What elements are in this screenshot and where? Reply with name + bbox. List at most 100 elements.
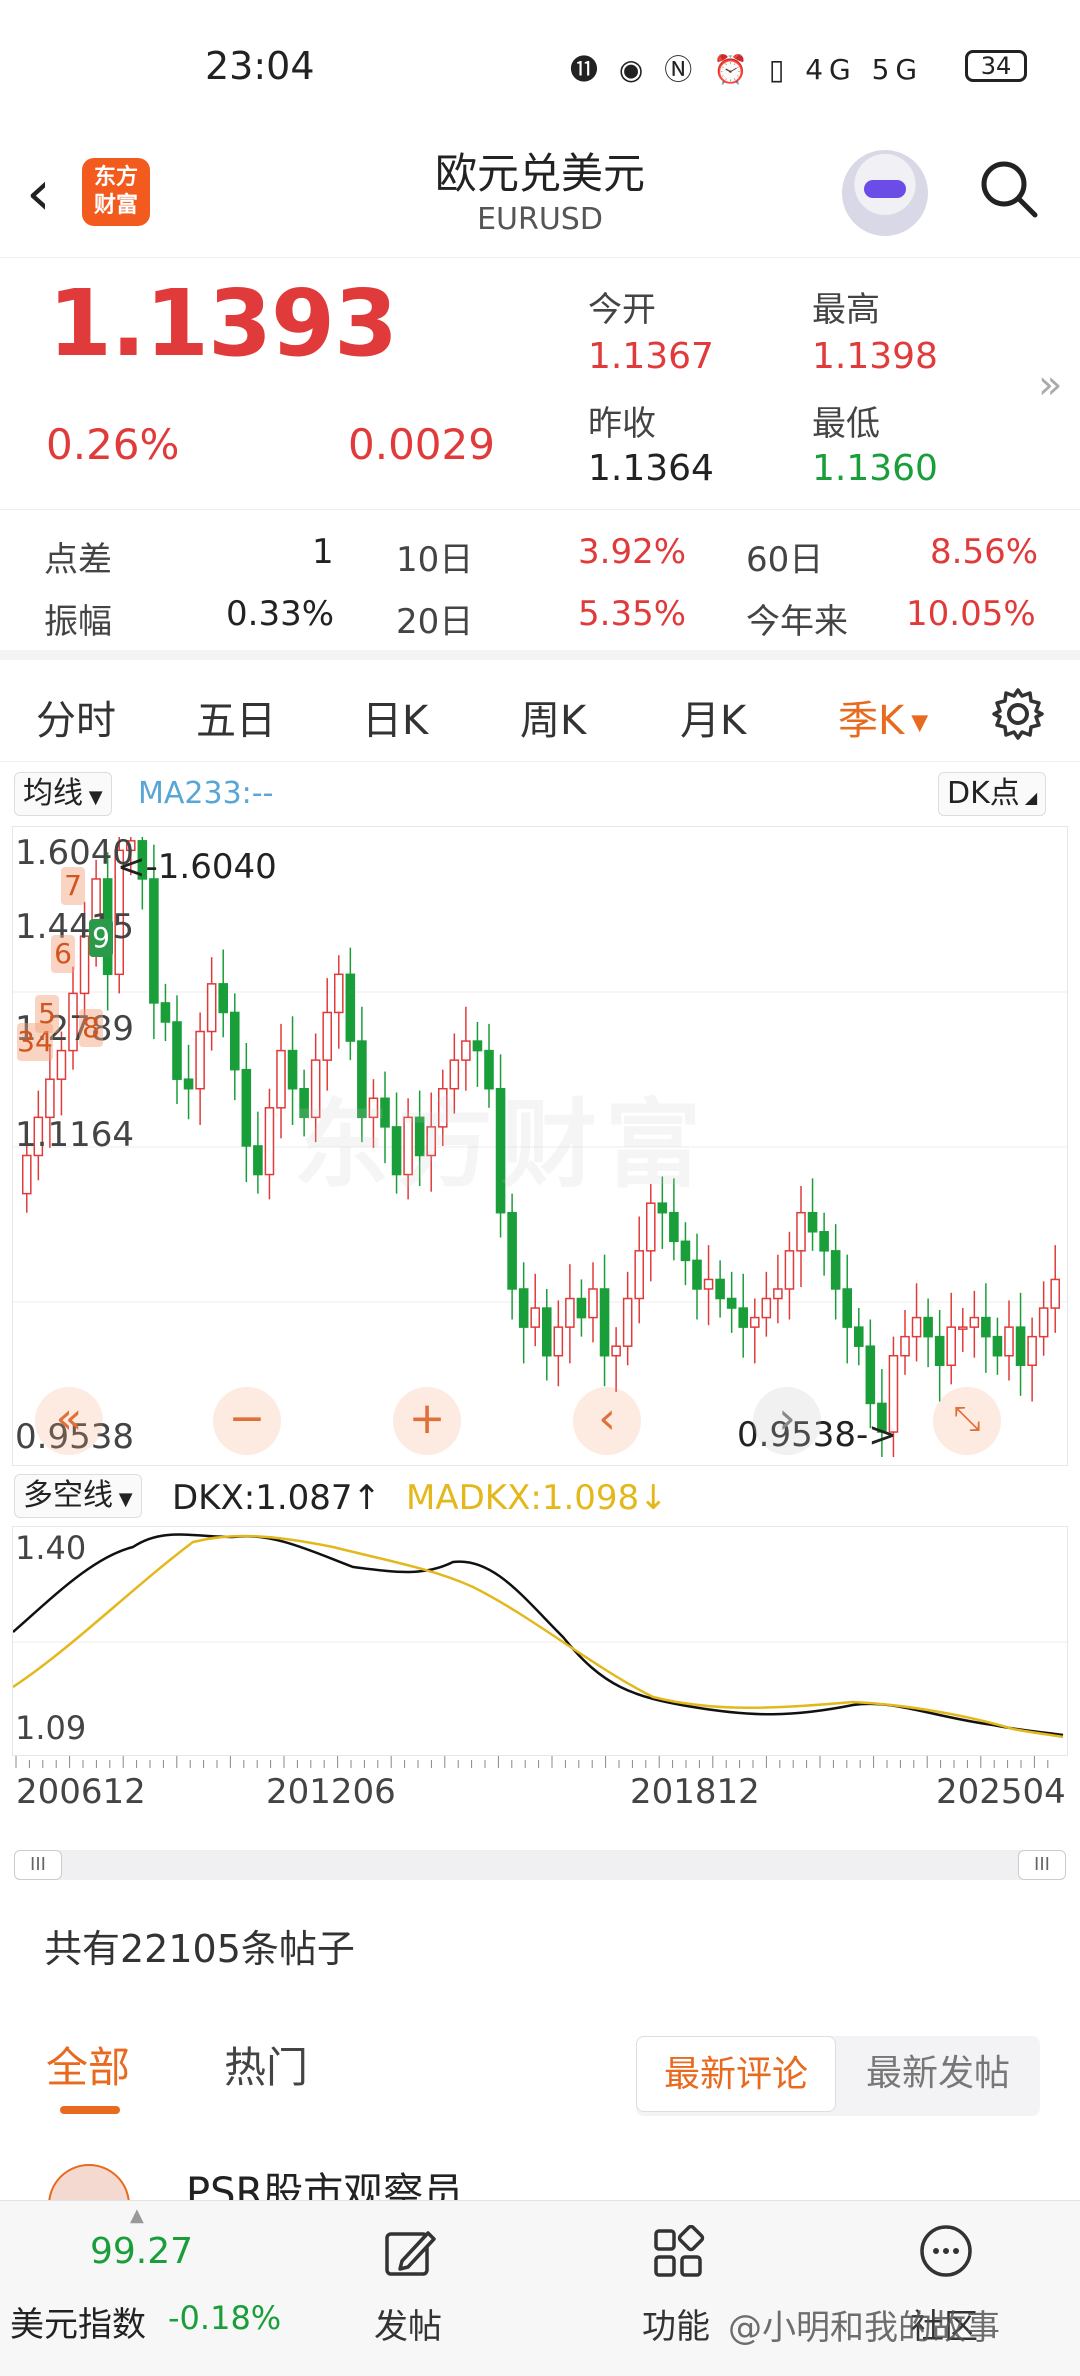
candle-body bbox=[172, 1021, 182, 1080]
ytd-label: 今年来 bbox=[746, 602, 848, 642]
dk-point-label: DK点 bbox=[947, 776, 1020, 811]
td-seq-mark: 5 bbox=[35, 995, 59, 1033]
candle-body bbox=[588, 1288, 598, 1319]
tab-monthly-k[interactable]: 月K bbox=[680, 688, 746, 746]
candle-body bbox=[680, 1240, 691, 1262]
battery-icon: 34 bbox=[965, 50, 1027, 82]
tab-quarterly-k[interactable]: 季K ▼ bbox=[838, 688, 928, 746]
high-label: 最高 bbox=[812, 290, 880, 330]
candle-body bbox=[853, 1326, 864, 1347]
candle-body bbox=[553, 1326, 564, 1357]
candle-body bbox=[761, 1297, 772, 1319]
search-icon[interactable] bbox=[978, 158, 1040, 220]
candle-body bbox=[703, 1278, 714, 1290]
chat-bubble-icon bbox=[920, 2225, 972, 2277]
zoom-in-icon[interactable]: + bbox=[393, 1387, 461, 1455]
range-handle-right[interactable]: III bbox=[1018, 1850, 1066, 1880]
zoom-out-icon[interactable]: − bbox=[213, 1387, 281, 1455]
candlestick-chart[interactable]: 东方财富 1.6040 1.4415 1.2789 1.1164 0.9538 … bbox=[12, 826, 1068, 1466]
scroll-left-fast-icon[interactable]: « bbox=[35, 1387, 103, 1455]
x-axis-ticks bbox=[15, 1756, 1049, 1768]
dollar-index-name: 美元指数 bbox=[10, 2305, 146, 2345]
chevron-right-icon[interactable]: » bbox=[1038, 362, 1062, 408]
x-axis-label: 201812 bbox=[630, 1772, 760, 1812]
ma-readout: MA233:-- bbox=[138, 776, 274, 811]
tab-quarterly-k-label: 季K bbox=[838, 698, 905, 744]
fullscreen-icon[interactable]: ⤡ bbox=[933, 1387, 1001, 1455]
corner-arrow-icon: ◢ bbox=[1019, 788, 1038, 807]
range-handle-left[interactable]: III bbox=[14, 1850, 62, 1880]
range-scroller[interactable]: III III bbox=[14, 1850, 1066, 1880]
tab-weekly-k[interactable]: 周K bbox=[520, 688, 586, 746]
grid-icon bbox=[654, 2225, 705, 2277]
candle-body bbox=[206, 983, 217, 1033]
dkx-y-top-label: 1.40 bbox=[15, 1529, 87, 1567]
caret-down-icon: ▼ bbox=[83, 787, 103, 808]
candle-body bbox=[276, 1049, 286, 1109]
scroll-left-icon[interactable]: ‹ bbox=[573, 1387, 641, 1455]
sort-latest-post[interactable]: 最新发帖 bbox=[840, 2036, 1036, 2112]
candle-body bbox=[45, 1078, 55, 1119]
td-seq-mark: 7 bbox=[61, 867, 85, 905]
tab-all-posts[interactable]: 全部 bbox=[46, 2034, 130, 2095]
amplitude-value: 0.33% bbox=[226, 594, 335, 634]
community-button[interactable]: 社区 bbox=[896, 2201, 996, 2376]
chart-period-tabs: 分时 五日 日K 周K 月K 季K ▼ bbox=[0, 670, 1080, 762]
td-seq-mark: 8 bbox=[79, 1009, 103, 1047]
status-time: 23:04 bbox=[205, 44, 315, 88]
sort-segment: 最新评论 最新发帖 bbox=[636, 2036, 1040, 2116]
caret-down-icon: ▼ bbox=[904, 710, 929, 736]
sort-latest-comment[interactable]: 最新评论 bbox=[636, 2036, 836, 2112]
candle-body bbox=[322, 1011, 333, 1061]
high-value: 1.1398 bbox=[812, 336, 938, 377]
tab-daily-k[interactable]: 日K bbox=[362, 688, 428, 746]
dkx-selector[interactable]: 多空线 ▼ bbox=[14, 1474, 142, 1518]
caret-up-icon: ▲ bbox=[130, 2205, 144, 2226]
ma-selector-label: 均线 bbox=[23, 776, 83, 811]
dkx-chart[interactable]: 1.40 1.09 bbox=[12, 1526, 1069, 1756]
candle-body bbox=[195, 1030, 205, 1090]
candle-body bbox=[611, 1345, 621, 1357]
candle-body bbox=[692, 1259, 702, 1290]
candle-body bbox=[738, 1307, 749, 1328]
candle-body bbox=[472, 1040, 483, 1052]
candle-body bbox=[1027, 1335, 1037, 1367]
indicator-bar: 均线 ▼ MA233:-- DK点 ◢ bbox=[0, 768, 1080, 822]
last-price: 1.1393 bbox=[48, 270, 398, 377]
assistant-robot-icon[interactable] bbox=[842, 150, 928, 236]
candle-body bbox=[981, 1316, 991, 1338]
prev-close-label: 昨收 bbox=[588, 404, 656, 444]
post-button[interactable]: 发帖 bbox=[360, 2201, 460, 2376]
dollar-index-value: 99.27 bbox=[90, 2231, 194, 2272]
functions-button[interactable]: 功能 bbox=[628, 2201, 728, 2376]
d60-value: 8.56% bbox=[930, 532, 1039, 572]
tab-five-day[interactable]: 五日 bbox=[196, 688, 276, 746]
candle-body bbox=[669, 1211, 679, 1243]
dollar-index-widget[interactable]: ▲ 99.27 美元指数 -0.18% bbox=[0, 2201, 300, 2376]
tab-intraday[interactable]: 分时 bbox=[36, 688, 116, 746]
candle-body bbox=[807, 1211, 818, 1233]
high-annotation: <-1.6040 bbox=[117, 847, 277, 887]
candle-body bbox=[819, 1231, 829, 1252]
active-tab-indicator bbox=[60, 2106, 120, 2114]
candle-body bbox=[149, 878, 159, 1004]
avatar bbox=[48, 2164, 130, 2200]
status-bar: 23:04 ⓫ ◉ Ⓝ ⏰ ▯ 4G 5G 34 bbox=[0, 0, 1080, 140]
candle-body bbox=[541, 1307, 552, 1357]
candle-body bbox=[333, 973, 344, 1014]
candle-body bbox=[645, 1202, 656, 1252]
td-seq-mark: 6 bbox=[51, 935, 75, 973]
post-item[interactable]: PSR股市观察员 bbox=[0, 2150, 1080, 2200]
candle-body bbox=[576, 1297, 587, 1319]
user-watermark: @小明和我的故事 bbox=[728, 2308, 1000, 2348]
ma-selector[interactable]: 均线 ▼ bbox=[14, 772, 112, 816]
candle-body bbox=[842, 1288, 853, 1328]
app-header: ‹ 东方 财富 欧元兑美元 EURUSD bbox=[0, 140, 1080, 258]
tab-hot-posts[interactable]: 热门 bbox=[224, 2034, 308, 2095]
post-author: PSR股市观察员 bbox=[186, 2170, 464, 2200]
edit-icon bbox=[385, 2231, 436, 2276]
gear-icon[interactable] bbox=[990, 686, 1046, 742]
candle-body bbox=[715, 1278, 725, 1300]
dk-point-toggle[interactable]: DK点 ◢ bbox=[938, 772, 1047, 816]
scroll-right-icon[interactable]: › bbox=[753, 1387, 821, 1455]
